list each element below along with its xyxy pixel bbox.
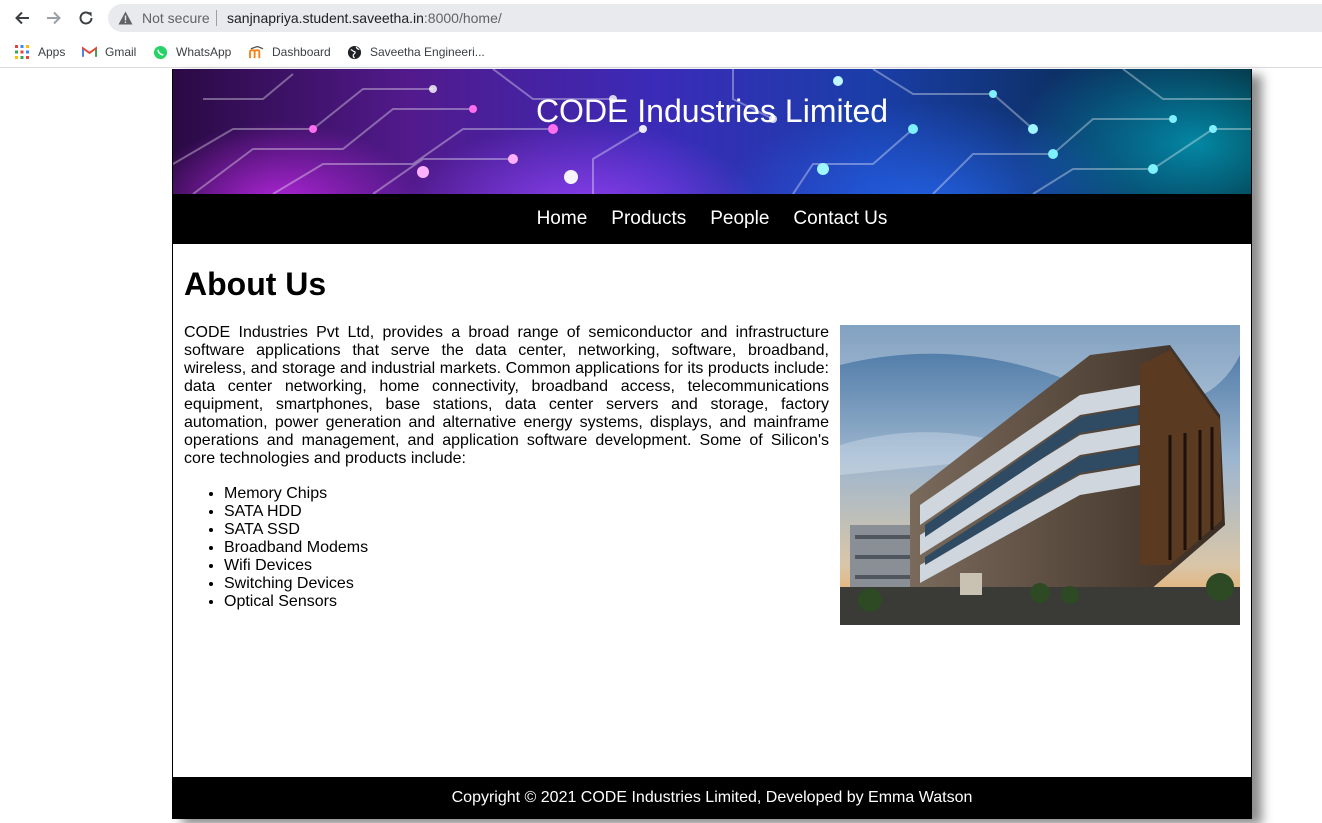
forward-button[interactable] <box>42 6 66 30</box>
page-heading: About Us <box>184 266 327 302</box>
forward-arrow-icon <box>47 11 61 25</box>
reload-icon <box>79 11 93 25</box>
whatsapp-icon <box>152 44 168 60</box>
bookmark-gmail[interactable]: Gmail <box>81 42 136 62</box>
list-item: Broadband Modems <box>224 539 368 557</box>
reload-button[interactable] <box>74 6 98 30</box>
globe-icon <box>346 44 362 60</box>
bookmark-saveetha[interactable]: Saveetha Engineeri... <box>346 42 485 62</box>
list-item: Switching Devices <box>224 575 368 593</box>
moodle-icon <box>248 44 264 60</box>
nav-people-link[interactable]: People <box>710 208 769 230</box>
footer-copyright: Copyright © 2021 CODE Industries Limited… <box>451 789 973 806</box>
bookmark-apps[interactable]: Apps <box>14 42 65 62</box>
page-container: CODE Industries Limited Home Products Pe… <box>172 69 1252 819</box>
bookmarks-bar: Apps Gmail WhatsApp Dashboard Saveetha E… <box>0 36 1322 68</box>
list-item: SATA SSD <box>224 521 368 539</box>
bookmark-label: Gmail <box>105 45 137 59</box>
header-banner: CODE Industries Limited <box>173 69 1251 194</box>
url-text[interactable]: sanjnapriya.student.saveetha.in:8000/hom… <box>227 10 502 26</box>
site-title: CODE Industries Limited <box>535 93 889 129</box>
back-button[interactable] <box>10 6 34 30</box>
browser-toolbar: Not secure sanjnapriya.student.saveetha.… <box>0 0 1322 36</box>
main-navigation: Home Products People Contact Us <box>173 194 1251 244</box>
apps-grid-icon <box>14 44 30 60</box>
back-arrow-icon <box>15 11 29 25</box>
about-paragraph: CODE Industries Pvt Ltd, provides a broa… <box>184 324 829 467</box>
list-item: Wifi Devices <box>224 557 368 575</box>
list-item: SATA HDD <box>224 503 368 521</box>
list-item: Optical Sensors <box>224 593 368 611</box>
address-bar[interactable]: Not secure sanjnapriya.student.saveetha.… <box>108 4 1322 32</box>
bookmark-label: Dashboard <box>272 45 331 59</box>
list-item: Memory Chips <box>224 485 368 503</box>
circuit-board-image <box>173 69 1251 194</box>
omnibox-divider <box>216 10 217 26</box>
nav-home-link[interactable]: Home <box>537 208 588 230</box>
gmail-icon <box>81 44 97 60</box>
url-path: :8000/home/ <box>423 10 502 26</box>
bookmark-dashboard[interactable]: Dashboard <box>248 42 331 62</box>
product-list: Memory Chips SATA HDD SATA SSD Broadband… <box>224 485 368 611</box>
warning-icon <box>118 11 133 25</box>
nav-contact-link[interactable]: Contact Us <box>793 208 887 230</box>
nav-products-link[interactable]: Products <box>611 208 686 230</box>
bookmark-whatsapp[interactable]: WhatsApp <box>152 42 231 62</box>
bookmark-label: Apps <box>38 45 66 59</box>
footer: Copyright © 2021 CODE Industries Limited… <box>173 777 1251 819</box>
bookmark-label: Saveetha Engineeri... <box>370 45 485 59</box>
bookmark-label: WhatsApp <box>176 45 232 59</box>
security-status[interactable]: Not secure <box>142 10 210 26</box>
url-host: sanjnapriya.student.saveetha.in <box>227 10 424 26</box>
building-photo <box>840 325 1240 625</box>
